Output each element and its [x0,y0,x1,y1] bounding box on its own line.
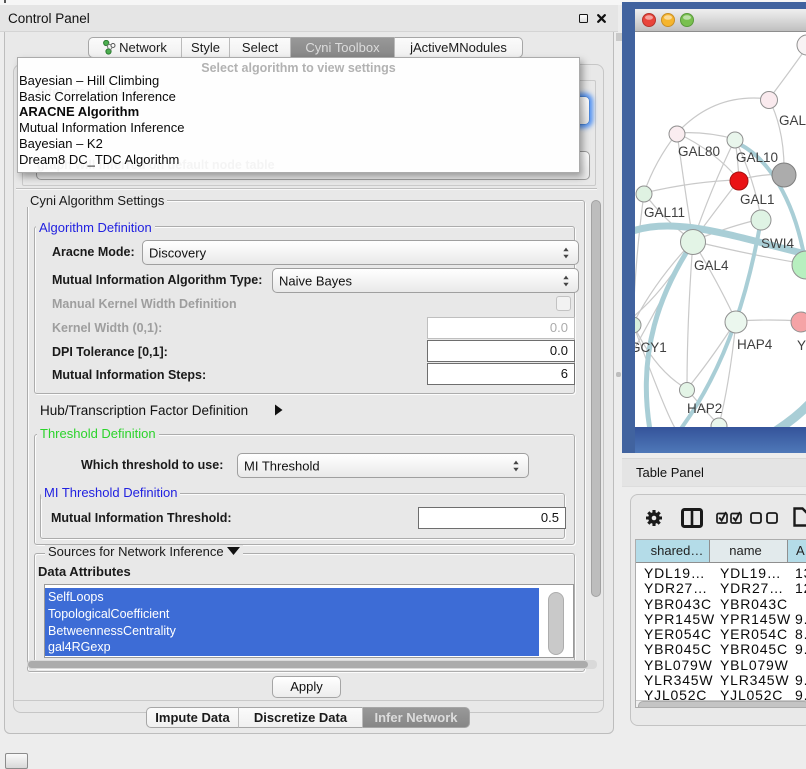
svg-text:GAL80: GAL80 [678,144,720,159]
svg-text:GAL1: GAL1 [740,192,775,207]
svg-text:GCY1: GCY1 [635,340,667,355]
svg-text:GAL10: GAL10 [736,150,778,165]
svg-text:HAP4: HAP4 [737,337,773,352]
svg-text:HAP2: HAP2 [687,401,722,416]
svg-text:SWI4: SWI4 [761,236,794,251]
svg-text:GAL4: GAL4 [694,258,729,273]
svg-text:GAL2: GAL2 [779,113,806,128]
svg-text:GAL11: GAL11 [644,205,685,220]
svg-text:Y: Y [797,338,806,353]
